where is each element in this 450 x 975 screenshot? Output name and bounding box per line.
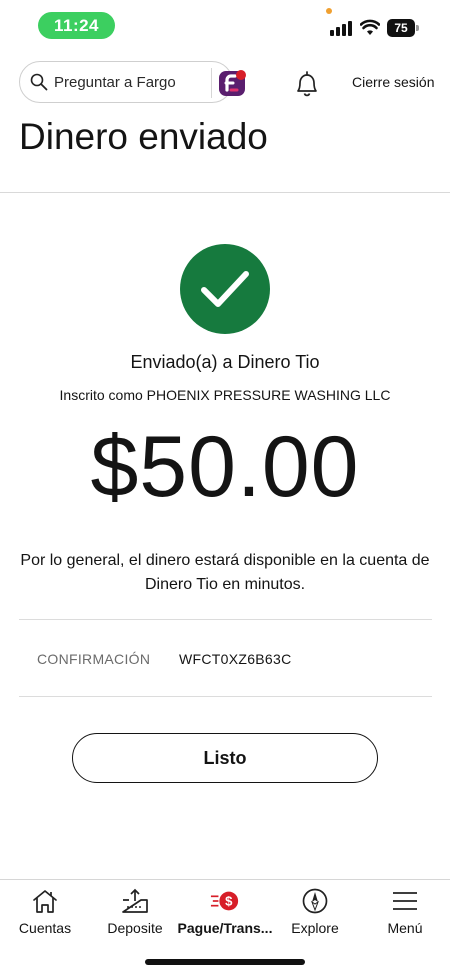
search-icon [30,73,48,91]
confirmation-divider-top [19,619,432,620]
fargo-assistant-icon[interactable] [218,68,248,98]
nav-item-deposit[interactable]: Deposite [90,880,180,950]
search-placeholder: Preguntar a Fargo [54,73,176,91]
nav-label-accounts: Cuentas [18,920,72,936]
ask-fargo-search[interactable]: Preguntar a Fargo [19,61,246,103]
deposit-icon [120,887,150,915]
header-divider [0,192,450,193]
status-bar: 11:24 75 [0,0,450,50]
home-indicator [145,959,305,965]
confirmation-label: CONFIRMACIÓN [37,651,151,667]
search-divider [211,68,212,98]
page-title: Dinero enviado [19,116,268,157]
nav-label-explore: Explore [291,920,339,936]
battery-icon: 75 [387,19,419,37]
nav-label-pay-transfer: Pague/Trans... [177,920,273,936]
success-check-icon [180,244,270,334]
nav-item-accounts[interactable]: Cuentas [0,880,90,950]
compass-icon [300,887,330,915]
cellular-signal-icon [330,21,352,36]
done-button[interactable]: Listo [72,733,378,783]
sent-amount: $50.00 [90,419,360,515]
privacy-indicator-dot [326,8,332,14]
menu-icon [390,887,420,915]
notifications-bell-icon[interactable] [294,70,320,98]
home-icon [30,887,60,915]
pay-transfer-icon: $ [210,887,240,915]
wifi-icon [360,19,380,35]
nav-item-pay-transfer[interactable]: $ Pague/Trans... [177,880,273,950]
svg-text:$: $ [225,894,233,909]
status-time: 11:24 [38,12,115,39]
nav-label-deposit: Deposite [107,920,163,936]
nav-label-menu: Menú [387,920,423,936]
nav-item-menu[interactable]: Menú [360,880,450,950]
recipient-text: Enviado(a) a Dinero Tio [130,352,320,372]
logout-link[interactable]: Cierre sesión [352,74,434,90]
availability-note: Por lo general, el dinero estará disponi… [20,552,430,593]
registered-as-text: Inscrito como PHOENIX PRESSURE WASHING L… [59,387,391,403]
battery-level: 75 [387,19,415,37]
confirmation-number: WFCT0XZ6B63C [179,651,292,667]
nav-item-explore[interactable]: Explore [270,880,360,950]
confirmation-divider-bottom [19,696,432,697]
